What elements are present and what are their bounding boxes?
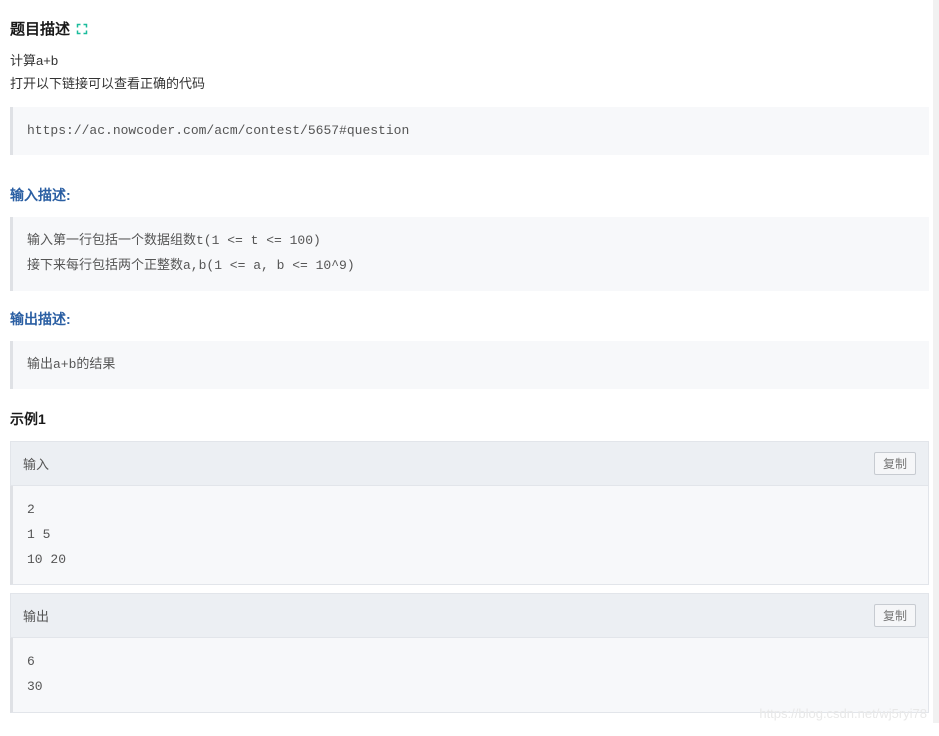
input-desc-header: 输入描述: <box>10 185 929 205</box>
scrollbar-track[interactable] <box>933 0 939 723</box>
sample-input-label: 输入 <box>23 454 49 473</box>
sample-output-label: 输出 <box>23 606 49 625</box>
copy-button[interactable]: 复制 <box>874 452 916 475</box>
desc-line: 计算a+b <box>10 51 929 72</box>
expand-icon[interactable] <box>76 23 88 35</box>
sample-title: 示例1 <box>10 409 929 429</box>
output-desc-header: 输出描述: <box>10 309 929 329</box>
sample-output-header: 输出 复制 <box>10 593 929 638</box>
copy-button[interactable]: 复制 <box>874 604 916 627</box>
link-code-block: https://ac.nowcoder.com/acm/contest/5657… <box>10 107 929 156</box>
sample-input-header: 输入 复制 <box>10 441 929 486</box>
output-desc-body: 输出a+b的结果 <box>10 341 929 390</box>
input-desc-body: 输入第一行包括一个数据组数t(1 <= t <= 100) 接下来每行包括两个正… <box>10 217 929 290</box>
desc-line: 打开以下链接可以查看正确的代码 <box>10 74 929 95</box>
problem-title: 题目描述 <box>10 18 70 39</box>
sample-input-body: 2 1 5 10 20 <box>10 486 929 585</box>
sample-output-body: 6 30 <box>10 638 929 712</box>
